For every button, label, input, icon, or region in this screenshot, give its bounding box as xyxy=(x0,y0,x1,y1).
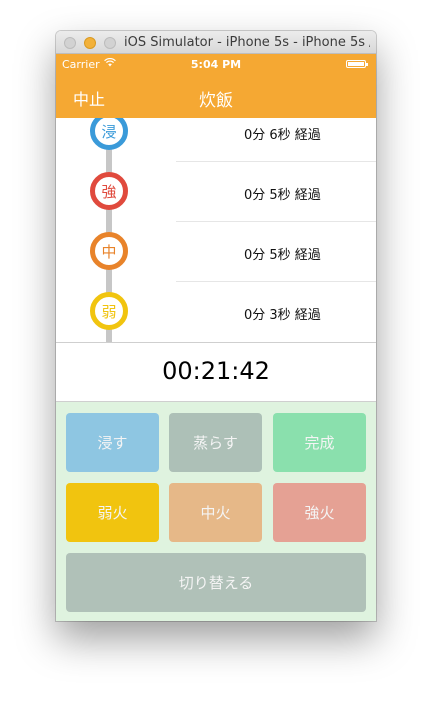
battery-icon xyxy=(346,60,368,68)
close-window-button[interactable] xyxy=(64,37,76,49)
timer-panel: 00:21:42 xyxy=(56,342,376,402)
done-button[interactable]: 完成 xyxy=(273,413,366,472)
step-elapsed: 0分 6秒 経過 xyxy=(244,128,321,143)
high-heat-step-icon: 強 xyxy=(90,172,128,210)
timeline-row-medium-heat: 中 0分 5秒 経過 xyxy=(56,222,376,282)
steam-button[interactable]: 蒸らす xyxy=(169,413,262,472)
medium-heat-step-icon: 中 xyxy=(90,232,128,270)
page-title: 炊飯 xyxy=(199,91,233,111)
switch-button[interactable]: 切り替える xyxy=(66,553,366,612)
phone-screen: Carrier 5:04 PM 中止 炊飯 浸 0分 6秒 経過 強 0分 5秒… xyxy=(56,54,376,621)
status-bar: Carrier 5:04 PM xyxy=(56,54,376,74)
step-timeline[interactable]: 浸 0分 6秒 経過 強 0分 5秒 経過 中 0分 5秒 経過 弱 0分 3秒… xyxy=(56,118,376,343)
step-elapsed: 0分 5秒 経過 xyxy=(244,248,321,263)
window-title: iOS Simulator - iPhone 5s - iPhone 5s / … xyxy=(124,35,370,50)
step-elapsed: 0分 5秒 経過 xyxy=(244,188,321,203)
abort-button[interactable]: 中止 xyxy=(73,86,105,110)
high-heat-button[interactable]: 強火 xyxy=(273,483,366,542)
timeline-row-low-heat: 弱 0分 3秒 経過 xyxy=(56,282,376,342)
window-titlebar: iOS Simulator - iPhone 5s - iPhone 5s / … xyxy=(56,31,376,54)
step-elapsed: 0分 3秒 経過 xyxy=(244,308,321,323)
minimize-window-button[interactable] xyxy=(84,37,96,49)
timeline-row-soak: 浸 0分 6秒 経過 xyxy=(56,118,376,162)
low-heat-button[interactable]: 弱火 xyxy=(66,483,159,542)
status-clock: 5:04 PM xyxy=(190,58,242,71)
simulator-window: iOS Simulator - iPhone 5s - iPhone 5s / … xyxy=(56,31,376,621)
soak-step-icon: 浸 xyxy=(90,118,128,150)
zoom-window-button[interactable] xyxy=(104,37,116,49)
medium-heat-button[interactable]: 中火 xyxy=(169,483,262,542)
control-panel: 浸す 蒸らす 完成 弱火 中火 強火 切り替える xyxy=(56,402,376,621)
soak-button[interactable]: 浸す xyxy=(66,413,159,472)
low-heat-step-icon: 弱 xyxy=(90,292,128,330)
navigation-bar: 中止 炊飯 xyxy=(56,74,376,118)
timeline-row-high-heat: 強 0分 5秒 経過 xyxy=(56,162,376,222)
elapsed-timer: 00:21:42 xyxy=(162,357,270,385)
